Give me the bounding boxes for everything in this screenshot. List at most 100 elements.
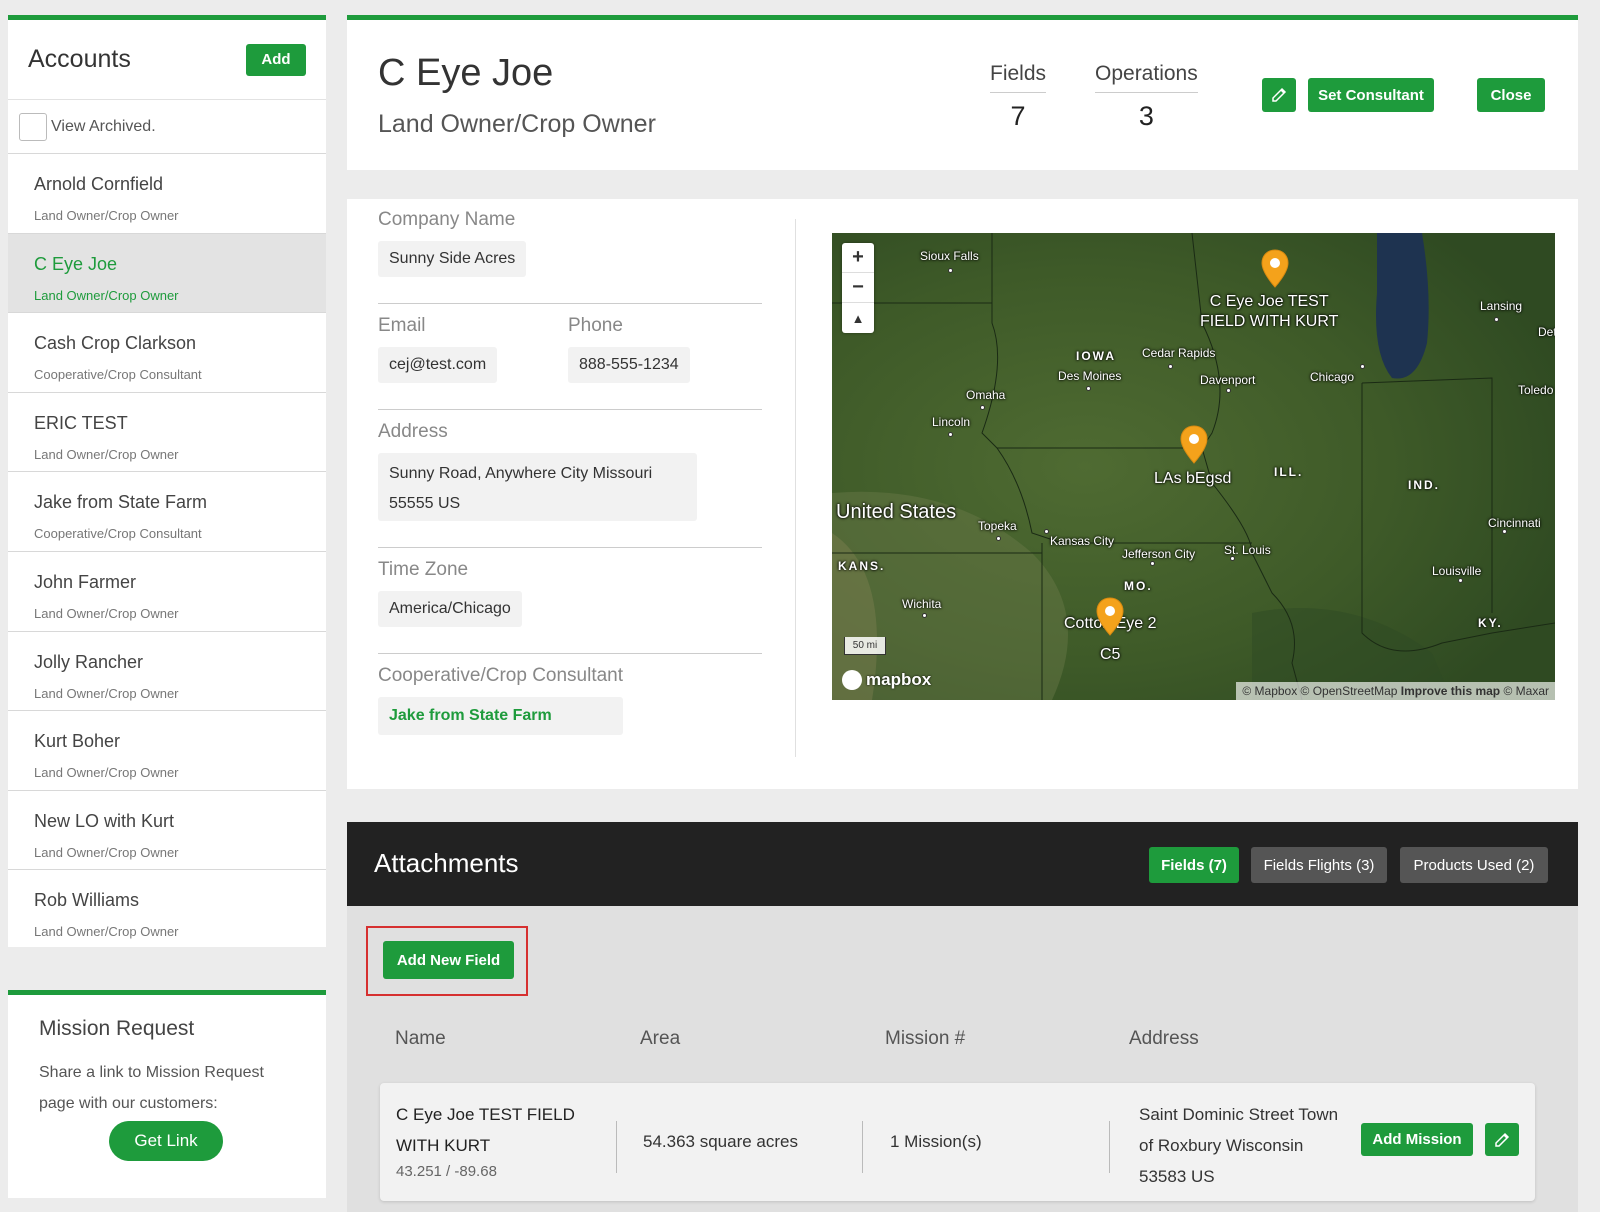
- map-terrain: [832, 233, 1555, 700]
- mission-text: Share a link to Mission Request page wit…: [39, 1064, 264, 1112]
- account-item[interactable]: Cash Crop Clarkson Cooperative/Crop Cons…: [8, 313, 326, 393]
- tab-fields-flights[interactable]: Fields Flights (3): [1251, 847, 1387, 883]
- cell-divider: [616, 1121, 617, 1173]
- account-name: Jolly Rancher: [34, 651, 144, 672]
- map-label: Wichita: [902, 597, 942, 611]
- tab-fields[interactable]: Fields (7): [1149, 847, 1239, 883]
- edit-field-button[interactable]: [1485, 1123, 1519, 1156]
- operations-stat-value: 3: [1138, 101, 1154, 131]
- attachments-header: Attachments Fields (7) Fields Flights (3…: [347, 822, 1578, 906]
- field-pin-label: C Eye Joe TEST FIELD WITH KURT: [1200, 293, 1339, 330]
- timezone-value: America/Chicago: [378, 591, 522, 627]
- city-dot: [1086, 386, 1091, 391]
- account-name: John Farmer: [34, 571, 137, 592]
- attribution-maxar[interactable]: © Maxar: [1503, 684, 1549, 698]
- account-name: New LO with Kurt: [34, 810, 175, 831]
- add-account-button[interactable]: Add: [246, 43, 306, 76]
- table-row[interactable]: C Eye Joe TEST FIELD WITH KURT 43.251 / …: [380, 1083, 1535, 1201]
- account-role: Land Owner/Crop Owner: [34, 605, 179, 621]
- account-item[interactable]: Jolly Rancher Land Owner/Crop Owner: [8, 632, 326, 712]
- sidebar-title: Accounts: [28, 45, 131, 73]
- city-dot: [1150, 561, 1155, 566]
- view-archived-checkbox[interactable]: [19, 112, 47, 141]
- view-archived-label: View Archived.: [51, 117, 156, 135]
- map-label: Des Moines: [1058, 369, 1122, 383]
- add-mission-button[interactable]: Add Mission: [1361, 1123, 1473, 1156]
- field-pin-icon[interactable]: [1260, 249, 1290, 289]
- attachments-title: Attachments: [374, 848, 519, 878]
- map-label: Topeka: [978, 519, 1017, 533]
- city-dot: [980, 405, 985, 410]
- field-name: C Eye Joe TEST FIELD WITH KURT: [396, 1105, 575, 1155]
- account-item[interactable]: Kurt Boher Land Owner/Crop Owner: [8, 711, 326, 791]
- pencil-icon: [1495, 1132, 1510, 1147]
- cell-divider: [862, 1121, 863, 1173]
- fields-map[interactable]: + − ▲ Sioux Falls IOWA Cedar Rapids Des …: [832, 233, 1555, 700]
- field-pin-icon[interactable]: [1179, 425, 1209, 465]
- map-label: Sioux Falls: [920, 249, 979, 263]
- map-label: Louisville: [1432, 564, 1482, 578]
- address-line-1: Sunny Road, Anywhere City Missouri: [389, 465, 653, 482]
- map-label: Chicago: [1310, 370, 1355, 384]
- zoom-in-button[interactable]: +: [842, 243, 874, 273]
- map-label: KY.: [1478, 616, 1503, 630]
- account-role: Land Owner/Crop Owner: [34, 208, 179, 223]
- field-pin-icon[interactable]: [1095, 597, 1125, 637]
- account-item[interactable]: Arnold Cornfield Land Owner/Crop Owner: [8, 154, 326, 234]
- account-item[interactable]: John Farmer Land Owner/Crop Owner: [8, 552, 326, 632]
- account-item[interactable]: New LO with Kurt Land Owner/Crop Owner: [8, 791, 326, 871]
- view-archived-toggle[interactable]: View Archived.: [8, 100, 326, 154]
- account-role: Land Owner/Crop Owner: [34, 765, 179, 781]
- consultant-label: Cooperative/Crop Consultant: [378, 665, 624, 686]
- map-label: Det: [1538, 325, 1555, 339]
- map-label: Davenport: [1200, 373, 1256, 387]
- accounts-sidebar: Accounts Add View Archived. Arnold Cornf…: [8, 15, 326, 947]
- consultant-link[interactable]: Jake from State Farm: [378, 697, 623, 735]
- divider: [378, 409, 762, 410]
- close-button[interactable]: Close: [1477, 78, 1545, 112]
- address-line-2: 55555 US: [389, 495, 461, 512]
- account-name: Cash Crop Clarkson: [34, 333, 197, 354]
- email-value: cej@test.com: [378, 347, 498, 383]
- account-role: Cooperative/Crop Consultant: [34, 526, 202, 542]
- account-name: C Eye Joe: [34, 253, 118, 274]
- zoom-out-button[interactable]: −: [842, 273, 874, 303]
- tab-products-used[interactable]: Products Used (2): [1400, 847, 1548, 883]
- account-role: Land Owner/Crop Owner: [34, 287, 179, 303]
- account-item[interactable]: Jake from State Farm Cooperative/Crop Co…: [8, 472, 326, 552]
- get-link-button[interactable]: Get Link: [109, 1121, 223, 1161]
- city-dot: [1494, 317, 1499, 322]
- map-label: ILL.: [1274, 465, 1304, 479]
- account-role: Land Owner/Crop Owner: [34, 844, 179, 860]
- mission-title: Mission Request: [39, 1017, 195, 1040]
- compass-button[interactable]: ▲: [842, 303, 874, 333]
- divider: [378, 547, 762, 548]
- field-area: 54.363 square acres: [643, 1132, 798, 1151]
- improve-map-link[interactable]: Improve this map: [1401, 684, 1500, 698]
- timezone-label: Time Zone: [378, 559, 469, 580]
- attribution-text[interactable]: © Mapbox © OpenStreetMap: [1242, 684, 1397, 698]
- set-consultant-button[interactable]: Set Consultant: [1308, 78, 1434, 112]
- field-coordinates: 43.251 / -89.68: [396, 1163, 497, 1180]
- fields-stat-label: Fields: [990, 62, 1047, 93]
- edit-account-button[interactable]: [1262, 78, 1296, 112]
- account-item[interactable]: Rob Williams Land Owner/Crop Owner: [8, 870, 326, 950]
- account-item[interactable]: ERIC TEST Land Owner/Crop Owner: [8, 393, 326, 473]
- account-header-card: C Eye Joe Land Owner/Crop Owner Fields 7…: [347, 15, 1578, 170]
- city-dot: [948, 268, 953, 273]
- add-new-field-button[interactable]: Add New Field: [383, 941, 514, 979]
- divider: [378, 653, 762, 654]
- field-pin-label: C5: [1100, 646, 1121, 663]
- map-label: Toledo: [1518, 383, 1554, 397]
- account-role-subtitle: Land Owner/Crop Owner: [378, 110, 656, 138]
- map-attribution: © Mapbox © OpenStreetMap Improve this ma…: [1236, 682, 1555, 700]
- mapbox-logo: mapbox: [842, 670, 931, 690]
- account-role: Cooperative/Crop Consultant: [34, 367, 202, 383]
- column-header-name: Name: [395, 1028, 446, 1049]
- account-item-selected[interactable]: C Eye Joe Land Owner/Crop Owner: [8, 233, 326, 314]
- city-dot: [1168, 364, 1173, 369]
- city-dot: [1360, 364, 1365, 369]
- map-label: Cedar Rapids: [1142, 346, 1216, 360]
- account-name: ERIC TEST: [34, 412, 128, 433]
- company-name-label: Company Name: [378, 209, 516, 230]
